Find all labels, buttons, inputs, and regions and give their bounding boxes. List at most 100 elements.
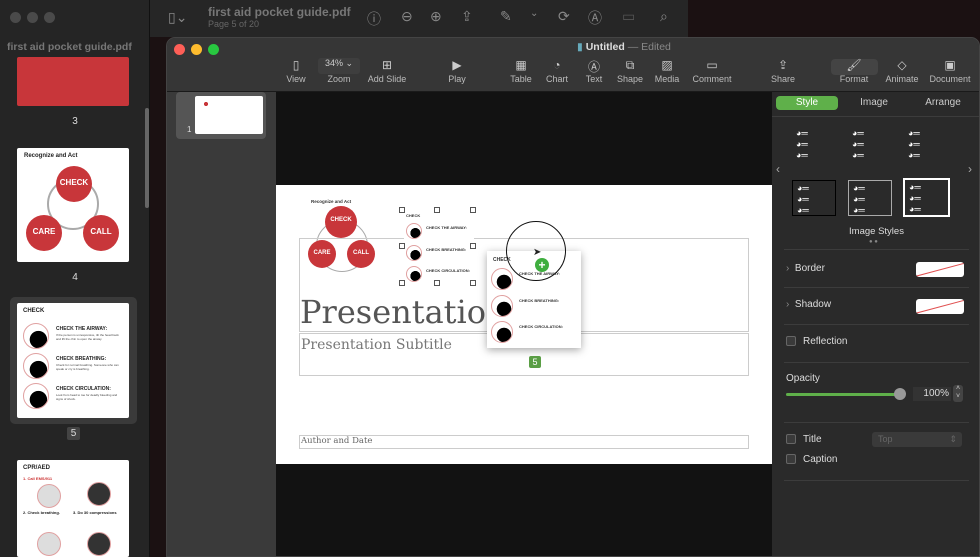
title-checkbox[interactable]: Title [786,434,822,445]
sidebar-toggle-icon[interactable]: ▯⌄ [168,9,187,26]
resize-handle[interactable] [434,280,440,286]
border-swatch[interactable] [916,262,964,277]
thumb-desc: Look from head to toe for deadly bleedin… [56,393,118,401]
resize-handle[interactable] [470,243,476,249]
comment-icon: ▭ [706,58,718,72]
resize-handle[interactable] [470,280,476,286]
author-date[interactable]: Author and Date [299,435,749,449]
document-button[interactable]: ▣ Document [925,58,975,84]
resize-handle[interactable] [434,207,440,213]
sidebar-title: first aid pocket guide.pdf [7,41,132,53]
pasted-heading: Recognize and Act [311,199,352,204]
rotate-icon[interactable]: ⟳ [558,8,570,25]
label: Add Slide [367,74,407,84]
drag-count-badge: 5 [529,356,541,368]
thumb-heading: Recognize and Act [24,153,78,159]
zoom-out-icon[interactable]: ⊖ [401,8,413,25]
form-fill-icon[interactable]: ▭ [622,8,635,25]
document-title: first aid pocket guide.pdf [208,5,351,19]
page-thumbnail-6[interactable]: CPR/AED 1. Call EMS/911 2. Check breathi… [17,460,129,557]
thumb-heading: CPR/AED [23,465,51,471]
reflection-checkbox[interactable]: Reflection [786,336,847,347]
zoom-value: 34% ⌄ [318,58,360,74]
opacity-slider[interactable] [786,393,900,396]
resize-handle[interactable] [399,207,405,213]
zoom-in-icon[interactable]: ⊕ [430,8,442,25]
label: Table [510,74,532,84]
keynote-toolbar: ▮ Untitled — Edited ▯ View 34% ⌄ Zoom ⊞ Add… [167,38,979,92]
sidebar-scrollbar[interactable] [145,108,149,208]
comment-button[interactable]: ▭ Comment [687,58,737,84]
presentation-title[interactable]: Presentation [300,293,507,331]
edited-status: — Edited [627,41,671,53]
shadow-swatch[interactable] [916,299,964,314]
tab-image[interactable]: Image [844,97,904,108]
shadow-disclosure[interactable]: › Shadow [786,299,831,310]
image-style-2[interactable]: ◕═ ◕═ ◕═ [848,126,892,162]
resize-handle[interactable] [399,243,405,249]
border-disclosure[interactable]: › Border [786,263,825,274]
zoom-button[interactable] [208,44,219,55]
image-style-1[interactable]: ◕═ ◕═ ◕═ [792,126,836,162]
chevron-right-icon[interactable]: › [968,162,972,176]
tab-style[interactable]: Style [776,96,838,110]
document-icon: ▮ [577,41,583,53]
slide-thumbnail-1[interactable] [195,96,263,134]
media-button[interactable]: ▨ Media [642,58,692,84]
info-icon[interactable]: ⓘ [367,9,381,29]
label: Share [770,74,796,84]
page-info: Page 5 of 20 [208,19,260,29]
share-button[interactable]: ⇪ Share [758,58,808,84]
play-button[interactable]: ▶ Play [432,58,482,84]
pasted-image-selected[interactable]: CHECK CHECK THE AIRWAY: CHECK BREATHING:… [404,211,474,285]
page-thumbnail-4[interactable]: Recognize and Act CHECK CARE CALL [17,148,129,262]
page-dots[interactable]: ● ● [869,239,878,245]
search-icon[interactable]: ⌕ [660,8,668,25]
caption-checkbox[interactable]: Caption [786,454,837,465]
label: Chart [545,74,568,84]
add-slide-button[interactable]: ⊞ Add Slide [362,58,412,84]
close-button[interactable] [10,12,21,23]
page-thumbnail-3[interactable] [17,57,129,106]
resize-handle[interactable] [399,280,405,286]
annotate-icon[interactable]: Ⓐ [588,8,602,28]
page-number-selected: 5 [67,427,80,440]
image-style-3[interactable]: ◕═ ◕═ ◕═ [904,126,948,162]
play-icon: ▶ [452,58,462,72]
thumb-desc: If the person is unresponsive, tilt the … [56,333,119,341]
label: Document [929,74,971,84]
image-style-6[interactable]: ◕═ ◕═ ◕═ [903,178,950,217]
presentation-subtitle[interactable]: Presentation Subtitle [301,337,452,353]
close-button[interactable] [174,44,185,55]
share-icon[interactable]: ⇪ [461,8,473,25]
slide[interactable]: Recognize and Act CHECK CARE CALL Presen… [276,185,772,464]
image-style-4[interactable]: ◕═ ◕═ ◕═ [792,180,836,216]
minimize-button[interactable] [191,44,202,55]
resize-handle[interactable] [470,207,476,213]
image-style-5[interactable]: ◕═ ◕═ ◕═ [848,180,892,216]
opacity-field[interactable]: 100% [913,387,951,401]
keynote-window: ▮ Untitled — Edited ▯ View 34% ⌄ Zoom ⊞ Add… [166,37,980,557]
thumb-item: CHECK CIRCULATION: [56,386,111,392]
slide-canvas: Recognize and Act CHECK CARE CALL Presen… [276,92,772,556]
markup-pen-icon[interactable]: ✎ [500,8,512,25]
animate-button[interactable]: ◇ Animate [877,58,927,84]
label: View [286,74,306,84]
label: Animate [885,74,919,84]
title-text: Untitled [585,41,625,53]
chevron-left-icon[interactable]: ‹ [776,162,780,176]
chevron-down-icon[interactable]: ⌄ [530,8,538,19]
thumb-item: CHECK BREATHING: [56,356,107,362]
check-circle: CHECK [56,166,92,202]
title-position-select[interactable]: Top ⇕ [872,432,962,447]
minimize-button[interactable] [27,12,38,23]
opacity-slider-knob[interactable] [894,388,906,400]
zoom-menu[interactable]: 34% ⌄ Zoom [314,58,364,84]
label: Zoom [327,74,351,84]
opacity-stepper[interactable]: ˄ ˅ [953,385,963,402]
zoom-button[interactable] [44,12,55,23]
label: Comment [692,74,732,84]
page-thumbnail-5[interactable]: CHECK CHECK THE AIRWAY: CHECK BREATHING:… [17,303,129,418]
format-button[interactable]: 🖌︎ Format [829,58,879,84]
tab-arrange[interactable]: Arrange [910,97,976,108]
